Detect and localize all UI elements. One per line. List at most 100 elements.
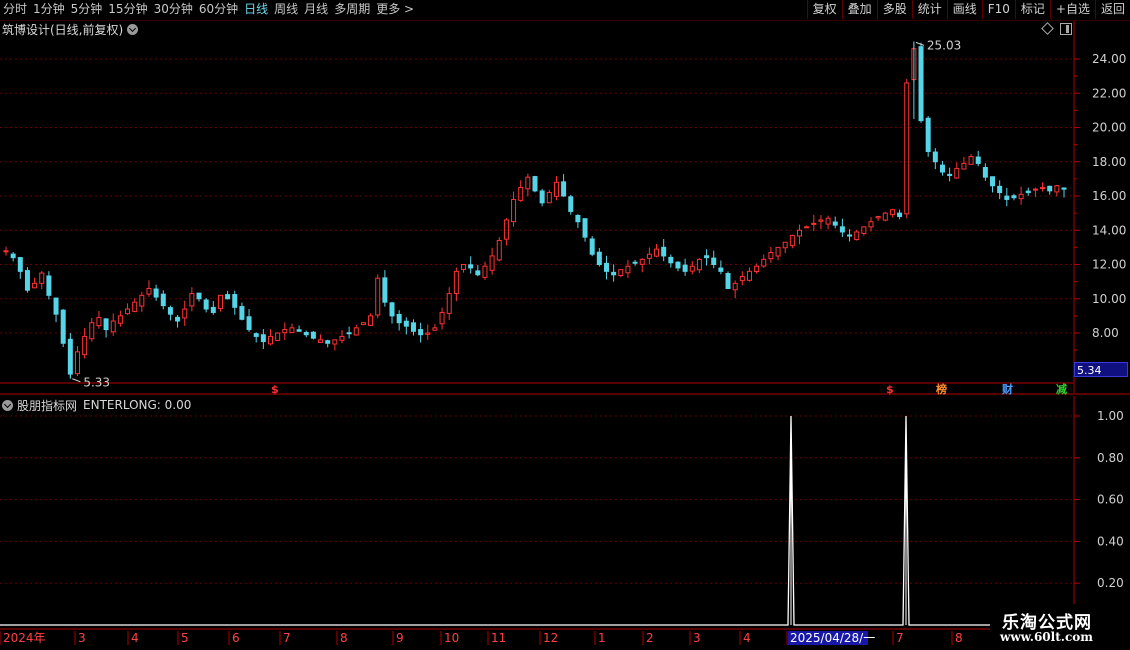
candle (789, 234, 795, 249)
candle (353, 324, 359, 336)
candle (797, 224, 802, 245)
candle (246, 309, 252, 332)
candle (1018, 186, 1024, 205)
chevron-down-icon[interactable] (2, 399, 13, 411)
y-tick-label: 10.00 (1092, 292, 1126, 306)
candle (847, 229, 853, 242)
x-tick-label: 10 (444, 631, 459, 645)
candle (775, 246, 781, 261)
candle (739, 271, 745, 286)
candle (368, 313, 374, 326)
candle (603, 255, 609, 280)
candle (711, 250, 717, 269)
candle (825, 215, 831, 230)
candle (546, 189, 552, 204)
candle (432, 324, 438, 331)
enterlong-line (0, 415, 1074, 626)
candle (696, 258, 702, 273)
candle (575, 214, 581, 228)
candle (410, 319, 416, 336)
candle (532, 175, 538, 193)
candle (146, 280, 152, 297)
candle (818, 215, 824, 230)
candle (360, 322, 366, 326)
candle (1004, 187, 1010, 207)
candle (253, 332, 259, 343)
candle (39, 271, 45, 290)
candle (96, 310, 102, 329)
y-tick-label: 22.00 (1092, 86, 1126, 100)
candle (232, 290, 238, 315)
event-marker: 财 (1001, 382, 1013, 396)
candle (103, 318, 109, 338)
candle (596, 248, 602, 267)
candle (418, 322, 424, 343)
candle (296, 325, 302, 332)
candle (346, 326, 352, 339)
candle (553, 175, 559, 201)
y-tick-label: 8.00 (1092, 326, 1119, 340)
candle (160, 290, 166, 310)
candle (268, 329, 273, 346)
candle (668, 254, 674, 268)
candle (303, 330, 309, 338)
candle (446, 287, 452, 321)
candle (375, 274, 381, 319)
candle (725, 271, 731, 289)
candle (897, 209, 903, 220)
candle (782, 241, 788, 254)
candle (203, 298, 209, 313)
candle (675, 261, 681, 272)
x-tick-label: 6 (232, 631, 240, 645)
watermark-url: www.60lt.com (1000, 630, 1093, 644)
candle (275, 332, 281, 341)
x-tick-label: 7 (283, 631, 291, 645)
current-price-readout: 5.34 (1074, 362, 1128, 377)
x-tick-label: 3 (78, 631, 86, 645)
candle (189, 287, 195, 312)
indicator-tick-label: 0.60 (1097, 493, 1124, 507)
candle (318, 334, 324, 344)
candle (1054, 184, 1060, 197)
candle (611, 264, 617, 282)
candle (496, 237, 502, 262)
candle (132, 298, 138, 313)
candle (332, 339, 338, 351)
candle (74, 346, 80, 377)
candle (889, 208, 895, 218)
candle (568, 194, 574, 215)
candle (125, 303, 131, 315)
candle (60, 309, 66, 348)
candle (718, 260, 724, 275)
candle (396, 310, 402, 331)
indicator-tick-label: 0.20 (1097, 576, 1124, 590)
candle (804, 225, 810, 229)
candle (468, 256, 474, 274)
candle (32, 277, 38, 289)
candle (661, 239, 667, 262)
candle (489, 247, 495, 275)
candle (761, 254, 767, 268)
candle (17, 256, 23, 279)
candle (618, 268, 624, 278)
candle (453, 267, 459, 302)
candle (260, 329, 266, 350)
indicator-tick-label: 0.40 (1097, 534, 1124, 548)
candle (24, 267, 30, 293)
candle (561, 174, 567, 197)
indicator-value: ENTERLONG: 0.00 (83, 398, 192, 412)
x-tick-label: 5 (181, 631, 189, 645)
price-chart[interactable]: 24.0022.0020.0018.0016.0014.0012.0010.00… (0, 0, 1130, 650)
low-label: 5.33 (83, 376, 110, 390)
indicator-tick-label: 0.80 (1097, 451, 1124, 465)
candle (939, 160, 945, 176)
candle (875, 215, 881, 221)
candle (310, 331, 316, 340)
candle (754, 263, 760, 274)
candle (89, 318, 95, 342)
candle (439, 307, 445, 330)
candle (525, 173, 531, 197)
x-tick-label: 2024年 (3, 631, 46, 645)
candle (982, 163, 988, 181)
candle (811, 214, 817, 232)
